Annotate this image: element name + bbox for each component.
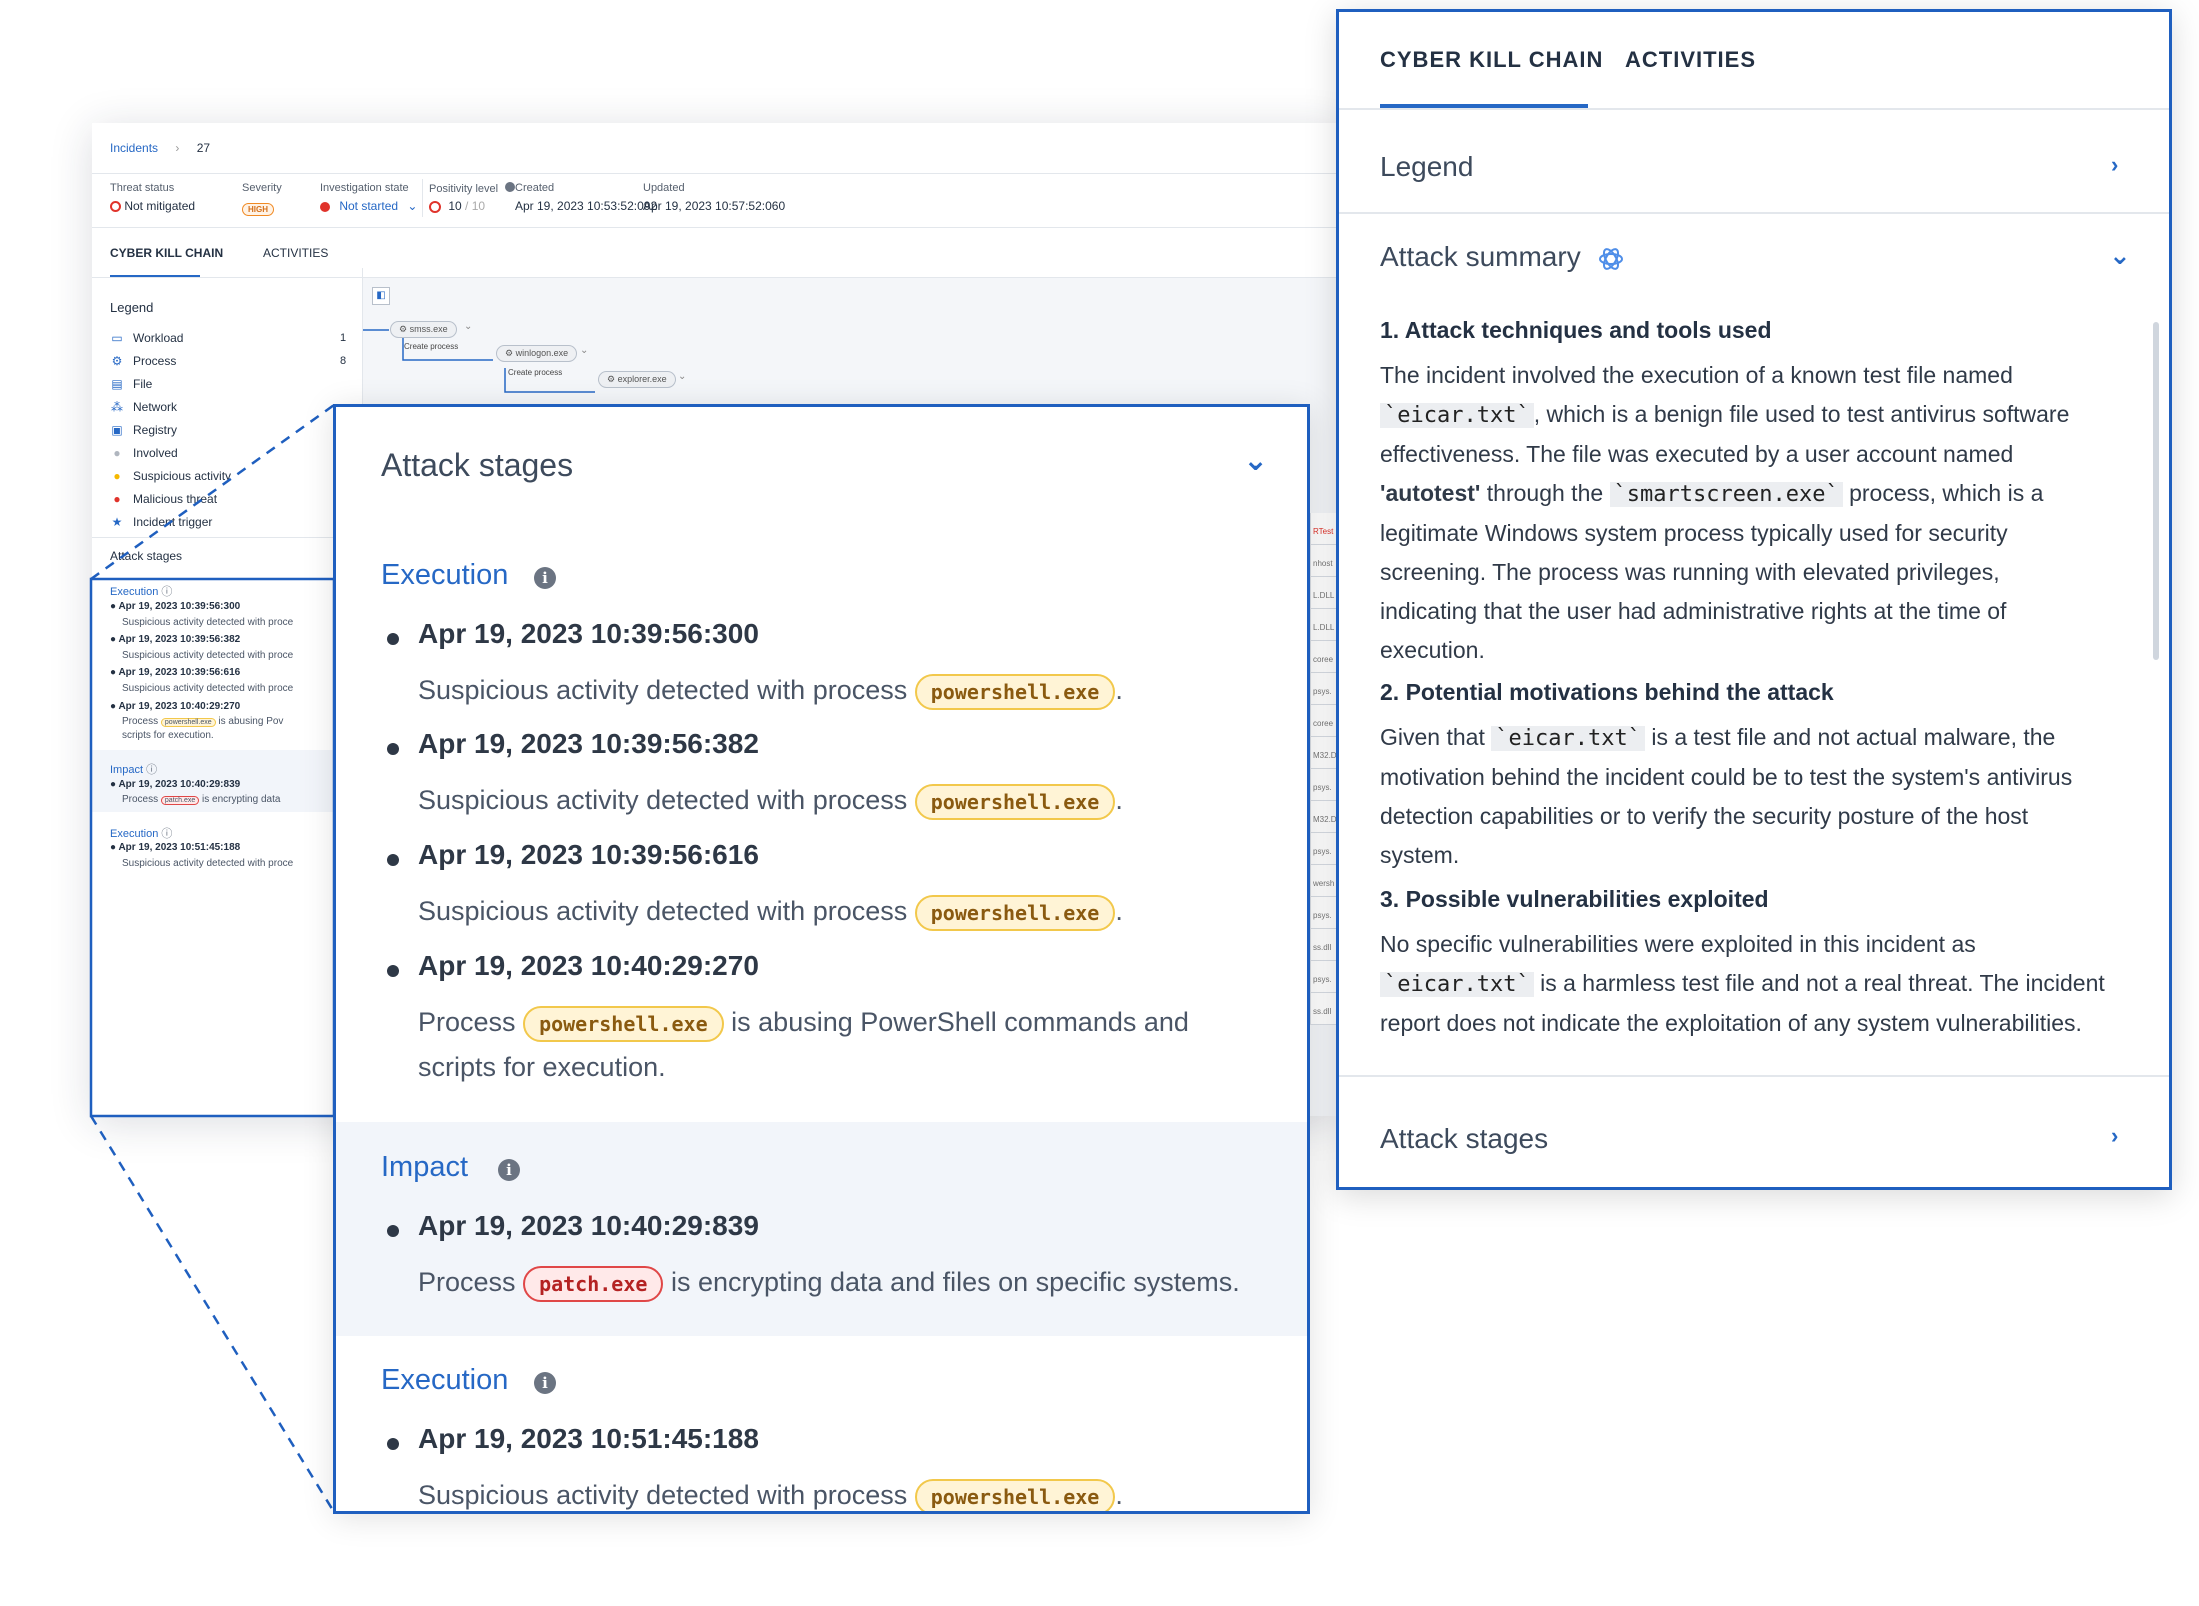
tabs-divider — [1339, 108, 2169, 110]
summary-paragraph-1: The incident involved the execution of a… — [1380, 362, 2070, 663]
code-eicar: `eicar.txt` — [1491, 726, 1645, 751]
stage-entry-desc: Suspicious activity detected with proces… — [418, 777, 1123, 823]
process-pill-powershell[interactable]: powershell.exe — [914, 673, 1116, 710]
chevron-right-icon[interactable]: › — [2111, 1123, 2118, 1149]
stage-entry-desc: Suspicious activity detected with proces… — [418, 667, 1123, 713]
code-smartscreen: `smartscreen.exe` — [1609, 482, 1843, 507]
collapse-chevron-icon[interactable]: ⌄ — [1243, 443, 1268, 478]
attack-stages-title: Attack stages — [381, 447, 574, 483]
info-icon[interactable]: i — [534, 1372, 556, 1394]
stage-entry-timestamp: Apr 19, 2023 10:39:56:616 — [418, 839, 759, 870]
stage-execution-label: Execution — [381, 559, 509, 591]
attack-stages-section-title[interactable]: Attack stages — [1380, 1123, 1548, 1155]
summary-divider — [1339, 1075, 2169, 1077]
stage-entry-desc-line2: scripts for execution. — [418, 1052, 666, 1082]
stage-entry-timestamp: Apr 19, 2023 10:51:45:188 — [418, 1423, 759, 1454]
stage-impact-label: Impact — [381, 1151, 469, 1183]
bullet-icon — [387, 965, 399, 977]
tab-cyber-kill-chain[interactable]: CYBER KILL CHAIN — [1380, 47, 1603, 73]
stage-execution-label: Execution — [381, 1364, 509, 1396]
process-pill-patch[interactable]: patch.exe — [523, 1265, 664, 1302]
process-pill-powershell[interactable]: powershell.exe — [914, 1478, 1116, 1511]
scrollbar-thumb[interactable] — [2153, 322, 2159, 660]
legend-section-title[interactable]: Legend — [1380, 151, 1473, 183]
code-eicar: `eicar.txt` — [1380, 403, 1534, 428]
chevron-right-icon[interactable]: › — [2111, 152, 2118, 178]
tab-activities[interactable]: ACTIVITIES — [1625, 47, 1756, 73]
code-eicar: `eicar.txt` — [1380, 972, 1534, 997]
attack-stages-zoom-panel: Attack stages ⌄ Execution i Apr 19, 2023… — [333, 404, 1310, 1514]
stage-entry-desc: Suspicious activity detected with proces… — [418, 1472, 1123, 1511]
stage-entry-timestamp: Apr 19, 2023 10:40:29:839 — [418, 1210, 759, 1241]
process-pill-powershell[interactable]: powershell.exe — [523, 1005, 724, 1042]
stage-entry-timestamp: Apr 19, 2023 10:40:29:270 — [418, 950, 759, 981]
summary-paragraph-2: Given that `eicar.txt` is a test file an… — [1380, 724, 2073, 868]
bullet-icon — [387, 1438, 399, 1450]
chevron-down-icon[interactable]: ⌄ — [2109, 240, 2131, 271]
stage-entry-desc: Suspicious activity detected with proces… — [418, 888, 1123, 934]
bullet-icon — [387, 743, 399, 755]
summary-heading-2: 2. Potential motivations behind the atta… — [1380, 679, 1834, 705]
process-pill-powershell[interactable]: powershell.exe — [914, 783, 1116, 820]
stage-entry-desc: Process powershell.exe is abusing PowerS… — [418, 999, 1189, 1045]
attack-summary-panel: CYBER KILL CHAIN ACTIVITIES Legend › Att… — [1336, 9, 2172, 1190]
bullet-icon — [387, 854, 399, 866]
process-pill-powershell[interactable]: powershell.exe — [914, 894, 1116, 931]
stage-entry-timestamp: Apr 19, 2023 10:39:56:300 — [418, 618, 759, 649]
stage-entry-timestamp: Apr 19, 2023 10:39:56:382 — [418, 728, 759, 759]
attack-summary-title[interactable]: Attack summary — [1380, 241, 1626, 274]
summary-heading-1: 1. Attack techniques and tools used — [1380, 317, 1772, 343]
info-icon[interactable]: i — [534, 567, 556, 589]
bullet-icon — [387, 1225, 399, 1237]
stage-entry-desc: Process patch.exe is encrypting data and… — [418, 1259, 1240, 1305]
summary-paragraph-3: No specific vulnerabilities were exploit… — [1380, 931, 2105, 1036]
attack-summary-title-text: Attack summary — [1380, 241, 1581, 272]
legend-divider — [1339, 212, 2169, 214]
info-icon[interactable]: i — [498, 1159, 520, 1181]
summary-heading-3: 3. Possible vulnerabilities exploited — [1380, 886, 1769, 912]
ai-spark-icon — [1599, 247, 1624, 270]
bullet-icon — [387, 633, 399, 645]
